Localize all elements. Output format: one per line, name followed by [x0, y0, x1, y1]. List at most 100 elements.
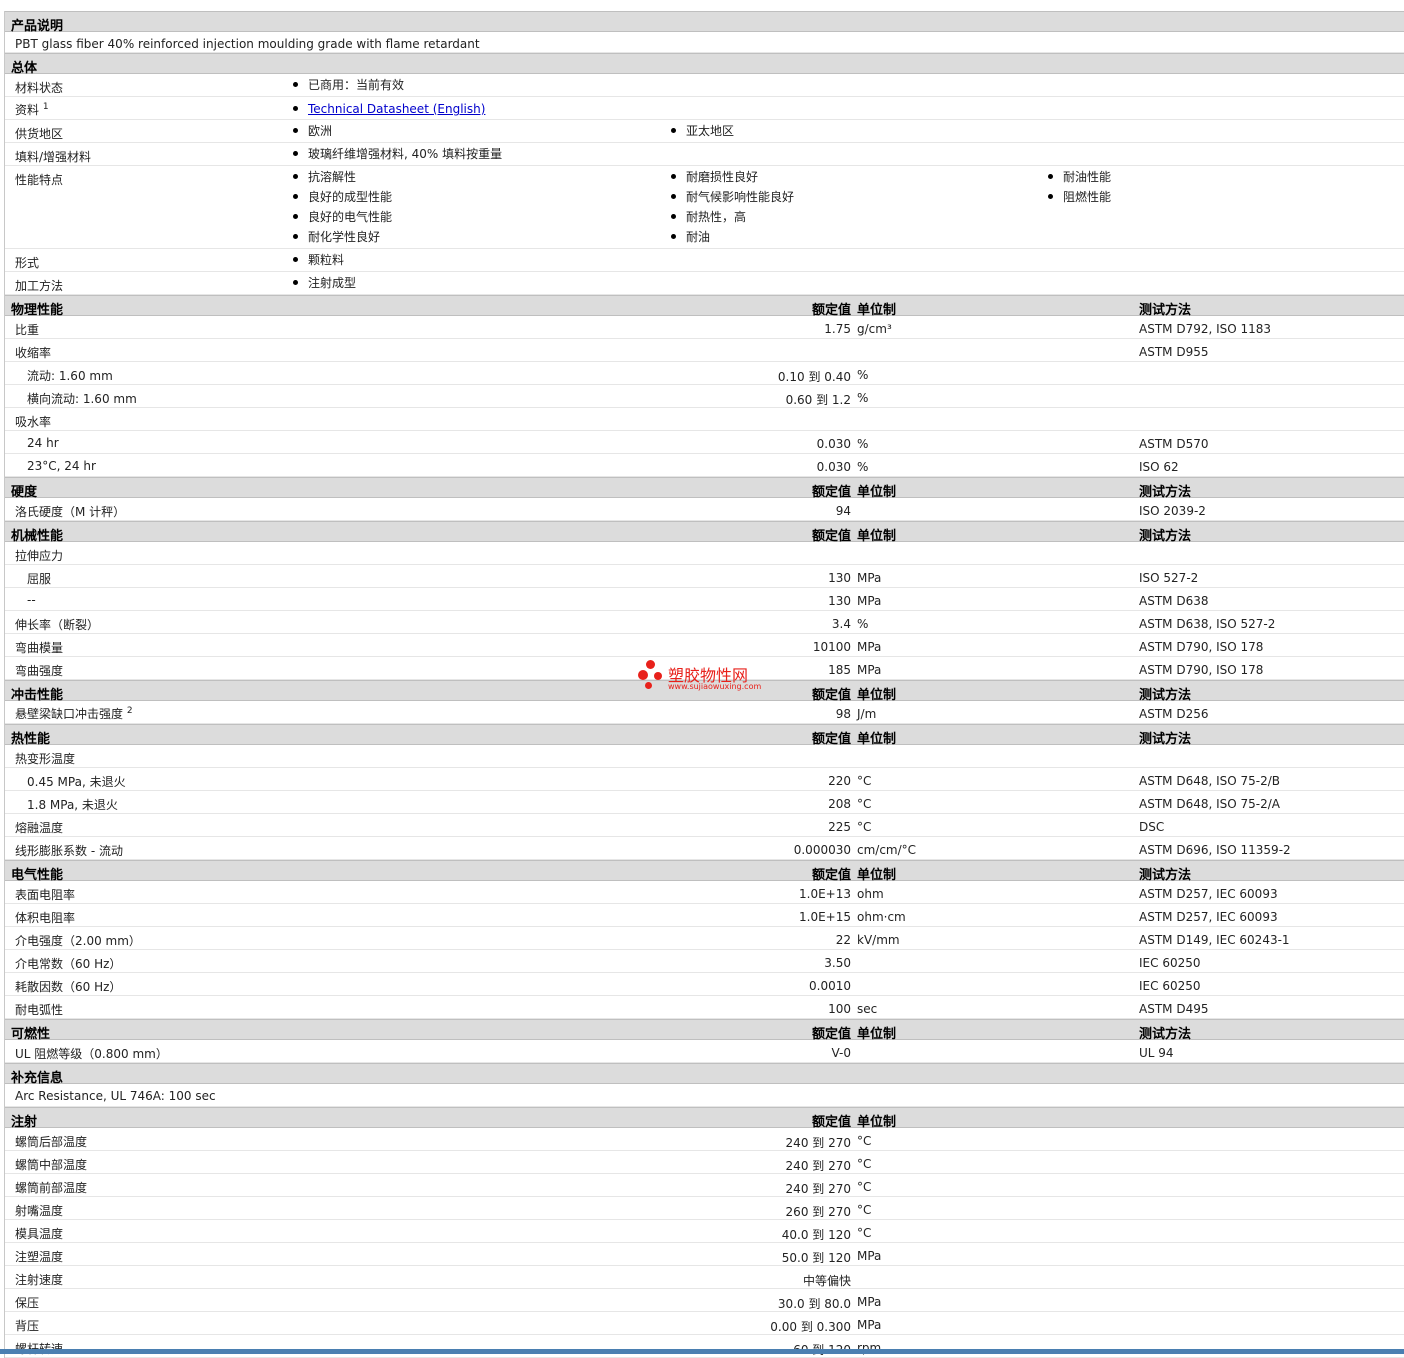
watermark-logo: 塑胶物性网 www.sujiaowuxing.com	[638, 658, 778, 694]
property-label: 洛氏硬度（M 计秤）	[15, 505, 126, 519]
bullet-icon	[293, 174, 298, 179]
footnote-marker: 1	[42, 102, 49, 112]
feature-item: 耐化学性良好	[308, 230, 381, 244]
test-method: ASTM D696, ISO 11359-2	[1139, 843, 1291, 857]
property-label: 弯曲模量	[15, 641, 64, 655]
feature-item: 耐油	[686, 230, 711, 244]
property-row: 射嘴温度 260 到 270 °C	[5, 1197, 1404, 1220]
property-value: 3.4	[831, 617, 851, 631]
property-unit: °C	[857, 1157, 872, 1171]
technical-datasheet-link[interactable]: Technical Datasheet (English)	[308, 102, 485, 116]
property-label: 流动: 1.60 mm	[27, 369, 113, 383]
property-unit: °C	[857, 774, 872, 788]
feature-item: 耐气候影响性能良好	[686, 190, 795, 204]
property-unit: ohm	[857, 887, 884, 901]
property-label: 收缩率	[15, 346, 52, 360]
property-value: V-0	[831, 1046, 851, 1060]
property-unit: %	[857, 437, 869, 451]
property-label: 体积电阻率	[15, 911, 76, 925]
property-label: 悬壁梁缺口冲击强度	[15, 707, 124, 721]
test-method: ASTM D955	[1139, 345, 1209, 359]
section-header-injection: 注射 额定值 单位制	[5, 1107, 1404, 1130]
property-value: 0.030	[816, 460, 851, 474]
property-label: 介电常数（60 Hz）	[15, 957, 122, 971]
property-value: 130	[828, 571, 851, 585]
property-unit: °C	[857, 1180, 872, 1194]
property-value: 260 到 270	[785, 1205, 851, 1219]
section-header-flammability: 可燃性 额定值 单位制 测试方法	[5, 1019, 1404, 1042]
property-row: 1.8 MPa, 未退火 208 °C ASTM D648, ISO 75-2/…	[5, 791, 1404, 814]
property-unit: kV/mm	[857, 933, 900, 947]
property-value: 0.030	[816, 437, 851, 451]
section-header-hardness: 硬度 额定值 单位制 测试方法	[5, 477, 1404, 500]
property-row: 注射速度 中等偏快	[5, 1266, 1404, 1289]
property-label: 横向流动: 1.60 mm	[27, 392, 137, 406]
property-unit: MPa	[857, 1318, 882, 1332]
property-label: 性能特点	[15, 173, 64, 187]
test-method: ISO 62	[1139, 460, 1179, 474]
property-label: 伸长率（断裂）	[15, 618, 100, 632]
general-row-material-status: 材料状态 已商用：当前有效	[5, 74, 1404, 97]
feature-item: 耐热性，高	[686, 210, 747, 224]
property-row: 悬壁梁缺口冲击强度 2 98 J/m ASTM D256	[5, 701, 1404, 724]
bullet-icon	[293, 257, 298, 262]
feature-item: 耐油性能	[1063, 170, 1112, 184]
property-label: 保压	[15, 1296, 40, 1310]
property-label: 模具温度	[15, 1227, 64, 1241]
material-status-value: 已商用：当前有效	[308, 78, 405, 92]
test-method: UL 94	[1139, 1046, 1174, 1060]
property-label: 填料/增强材料	[15, 150, 92, 164]
property-value: 225	[828, 820, 851, 834]
property-value: 240 到 270	[785, 1159, 851, 1173]
property-unit: %	[857, 460, 869, 474]
general-row-literature: 资料 1 Technical Datasheet (English)	[5, 97, 1404, 120]
property-label: 热变形温度	[15, 752, 76, 766]
property-row: 介电强度（2.00 mm） 22 kV/mm ASTM D149, IEC 60…	[5, 927, 1404, 950]
property-value: 22	[835, 933, 851, 947]
property-value: 0.10 到 0.40	[777, 370, 851, 384]
property-value: 94	[835, 504, 851, 518]
test-method: ASTM D149, IEC 60243-1	[1139, 933, 1290, 947]
property-label: 耐电弧性	[15, 1003, 64, 1017]
property-row: 横向流动: 1.60 mm 0.60 到 1.2 %	[5, 385, 1404, 408]
bullet-icon	[671, 234, 676, 239]
section-header-product: 产品说明	[5, 11, 1404, 34]
filler-value: 玻璃纤维增强材料, 40% 填料按重量	[308, 147, 503, 161]
property-label: --	[27, 593, 36, 607]
property-unit: MPa	[857, 640, 882, 654]
property-row: 背压 0.00 到 0.300 MPa	[5, 1312, 1404, 1335]
bullet-icon	[671, 174, 676, 179]
property-unit: MPa	[857, 571, 882, 585]
property-value: 0.60 到 1.2	[785, 393, 851, 407]
general-row-filler: 填料/增强材料 玻璃纤维增强材料, 40% 填料按重量	[5, 143, 1404, 166]
property-unit: g/cm³	[857, 322, 892, 336]
section-header-supplement: 补充信息	[5, 1063, 1404, 1086]
property-label: 螺筒后部温度	[15, 1135, 88, 1149]
property-row: 24 hr 0.030 % ASTM D570	[5, 431, 1404, 454]
general-row-supply: 供货地区 欧洲 亚太地区	[5, 120, 1404, 143]
logo-dot-icon	[638, 670, 648, 680]
property-value: 98	[835, 707, 851, 721]
property-row: 流动: 1.60 mm 0.10 到 0.40 %	[5, 362, 1404, 385]
property-row: 螺筒中部温度 240 到 270 °C	[5, 1151, 1404, 1174]
property-value: 50.0 到 120	[781, 1251, 851, 1265]
logo-dot-icon	[654, 672, 662, 680]
property-row: 吸水率	[5, 408, 1404, 431]
property-label: 线形膨胀系数 - 流动	[15, 844, 123, 858]
property-label: 耗散因数（60 Hz）	[15, 980, 122, 994]
feature-item: 良好的电气性能	[308, 210, 393, 224]
property-label: 23°C, 24 hr	[27, 459, 96, 473]
general-row-features: 性能特点 抗溶解性 良好的成型性能 良好的电气性能 耐化学性良好 耐磨损性良好 …	[5, 166, 1404, 249]
processing-value: 注射成型	[308, 276, 357, 290]
test-method: ASTM D257, IEC 60093	[1139, 887, 1278, 901]
property-label: 射嘴温度	[15, 1204, 64, 1218]
property-unit: %	[857, 391, 869, 405]
property-value: 240 到 270	[785, 1136, 851, 1150]
property-row: 伸长率（断裂） 3.4 % ASTM D638, ISO 527-2	[5, 611, 1404, 634]
property-unit: MPa	[857, 663, 882, 677]
bullet-icon	[671, 128, 676, 133]
supply-region: 欧洲	[308, 124, 333, 138]
test-method: ASTM D648, ISO 75-2/B	[1139, 774, 1281, 788]
property-value: 220	[828, 774, 851, 788]
property-unit: MPa	[857, 594, 882, 608]
